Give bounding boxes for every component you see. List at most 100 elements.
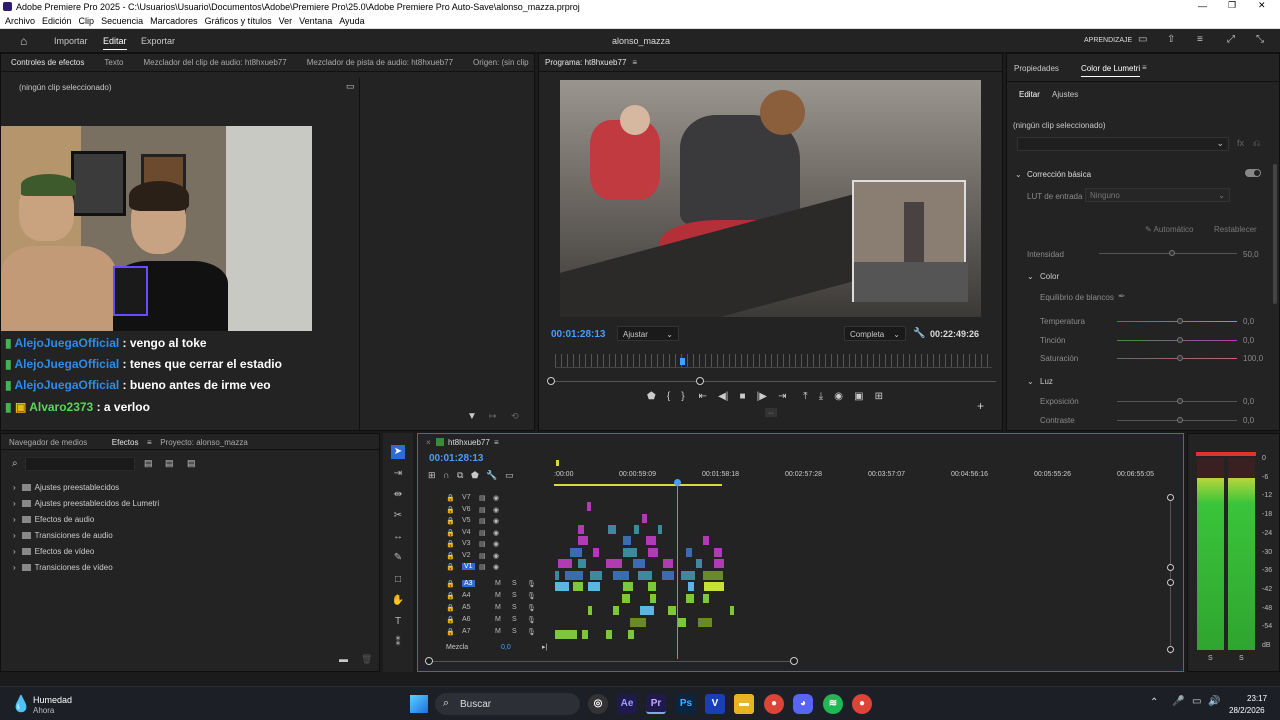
program-tab[interactable]: Programa: ht8hxueb77 [539, 54, 632, 67]
timeline-clip[interactable] [642, 514, 647, 523]
mute-icon[interactable]: M [495, 580, 501, 587]
solo-icon[interactable]: S [512, 580, 517, 587]
chevron-down-icon[interactable]: ⌄ [1015, 170, 1022, 179]
timeline-clip[interactable] [623, 582, 633, 591]
timeline-clip[interactable] [565, 571, 583, 580]
extract-icon[interactable]: ⤓ [819, 391, 823, 402]
add-button-icon[interactable]: + [977, 399, 984, 413]
mic-icon[interactable]: 🎤 [1172, 696, 1184, 707]
work-area-bar[interactable] [554, 484, 722, 486]
timeline-playhead[interactable] [677, 479, 678, 659]
timeline-clip[interactable] [663, 559, 673, 568]
lock-icon[interactable]: 🔒 [446, 552, 455, 560]
track-header[interactable]: 🔒 V4 ▤ ◉ [428, 529, 553, 539]
tree-item[interactable]: › Transiciones de audio [13, 531, 113, 540]
track-name[interactable]: A5 [462, 604, 471, 611]
caption-icon[interactable]: ⁑ [391, 636, 405, 650]
timeline-zoom-right[interactable] [790, 657, 798, 665]
lock-icon[interactable]: 🔒 [446, 506, 455, 514]
timeline-clip[interactable] [588, 606, 592, 615]
clock-date[interactable]: 28/2/2026 [1229, 706, 1265, 715]
timeline-clip[interactable] [582, 630, 588, 639]
wrench-icon[interactable]: 🔧 [913, 328, 925, 339]
menu-item[interactable]: Ventana [299, 16, 332, 26]
source-tab[interactable]: Mezclador de pista de audio: ht8hxueb77 [301, 54, 459, 67]
sequence-tab[interactable]: ht8hxueb77 [448, 438, 490, 447]
close-tab-icon[interactable]: × [426, 438, 431, 447]
eye-icon[interactable]: ◉ [493, 506, 499, 514]
go-to-out-icon[interactable]: ⇥ [778, 391, 786, 402]
track-header[interactable]: 🔒 V7 ▤ ◉ [428, 494, 553, 504]
timeline-clip[interactable] [573, 582, 583, 591]
hand-icon[interactable]: ✋ [391, 594, 405, 608]
lock-icon[interactable]: 🔒 [446, 517, 455, 525]
accelerated-icon[interactable]: ▤ [144, 458, 153, 469]
export-tab[interactable]: Exportar [141, 36, 175, 46]
track-name[interactable]: A6 [462, 616, 471, 623]
timeline-clip[interactable] [622, 594, 630, 603]
temperature-value[interactable]: 0,0 [1243, 317, 1254, 326]
timeline-clip[interactable] [686, 594, 694, 603]
eye-icon[interactable]: ◉ [493, 517, 499, 525]
layout-icon[interactable]: ▭ [1138, 34, 1147, 45]
reset-icon[interactable]: ⟲ [511, 411, 519, 422]
solo-icon[interactable]: S [512, 604, 517, 611]
track-name[interactable]: V6 [462, 506, 471, 513]
timeline-clip[interactable] [555, 630, 577, 639]
nest-icon[interactable]: ⊞ [428, 470, 436, 480]
timeline-clip[interactable] [638, 571, 652, 580]
program-ruler[interactable] [555, 354, 992, 368]
snap-icon[interactable]: ∩ [443, 470, 449, 480]
fullscreen-icon[interactable]: ⤢ [1227, 34, 1235, 45]
sync-icon[interactable]: ▤ [479, 494, 486, 502]
source-tab[interactable]: Texto [98, 54, 129, 67]
selection-tool-icon[interactable]: ➤ [391, 445, 405, 459]
edit-subtab[interactable]: Editar [1019, 90, 1040, 99]
timeline-clip[interactable] [578, 559, 586, 568]
settings-wrench-icon[interactable]: 🔧 [486, 470, 497, 480]
lock-icon[interactable]: 🔒 [446, 563, 455, 571]
type-icon[interactable]: T [391, 615, 405, 629]
after-effects-icon[interactable]: Ae [617, 694, 637, 714]
lock-icon[interactable]: 🔒 [446, 580, 455, 588]
share-icon[interactable]: ⇧ [1167, 34, 1175, 45]
program-timecode[interactable]: 00:01:28:13 [551, 329, 605, 340]
timeline-clip[interactable] [587, 502, 591, 511]
multicam-icon[interactable]: ⊞ [875, 391, 883, 402]
fx-toggle-icon[interactable]: ⎌ [1253, 138, 1260, 149]
clip-indicator[interactable] [1196, 452, 1256, 456]
tree-item[interactable]: › Transiciones de vídeo [13, 563, 113, 572]
timeline-clip[interactable] [648, 548, 658, 557]
mic-track-icon[interactable]: 🎙 [527, 604, 536, 612]
tint-value[interactable]: 0,0 [1243, 336, 1254, 345]
timeline-clip[interactable] [628, 630, 634, 639]
filter-icon[interactable]: ▼ [467, 411, 477, 422]
timeline-clip[interactable] [593, 548, 599, 557]
intensity-value[interactable]: 50,0 [1243, 250, 1259, 259]
track-header[interactable]: 🔒 A5 M S 🎙 [428, 604, 553, 614]
close-icon[interactable]: ✕ [1258, 0, 1266, 11]
solo-icon[interactable]: S [512, 628, 517, 635]
timeline-clip[interactable] [703, 571, 723, 580]
tree-item[interactable]: › Efectos de vídeo [13, 547, 94, 556]
minimize-icon[interactable]: — [1198, 1, 1207, 11]
temperature-slider[interactable] [1117, 318, 1237, 324]
lumetri-menu-icon[interactable]: ≡ [1142, 63, 1147, 72]
sync-icon[interactable]: ▤ [479, 563, 486, 571]
chrome-icon[interactable]: ● [764, 694, 784, 714]
track-header[interactable]: 🔒 V6 ▤ ◉ [428, 506, 553, 516]
quality-dropdown[interactable]: Completa ⌄ [844, 326, 906, 341]
step-back-icon[interactable]: ◀| [718, 391, 728, 402]
timeline-clip[interactable] [640, 606, 654, 615]
razor-icon[interactable]: ✂ [391, 509, 405, 523]
source-tab[interactable]: Origen: (sin clip [467, 54, 534, 67]
zoom-bar[interactable] [551, 381, 996, 382]
light-chevron-icon[interactable]: ⌄ [1027, 377, 1034, 386]
mark-in-icon[interactable]: { [667, 391, 670, 402]
timeline-clip[interactable] [613, 571, 629, 580]
chrome-alt-icon[interactable]: ● [852, 694, 872, 714]
timeline-clip[interactable] [555, 571, 559, 580]
eyedropper-icon[interactable]: ✒ [1118, 291, 1126, 302]
mic-track-icon[interactable]: 🎙 [527, 592, 536, 600]
track-name[interactable]: V1 [462, 563, 475, 570]
